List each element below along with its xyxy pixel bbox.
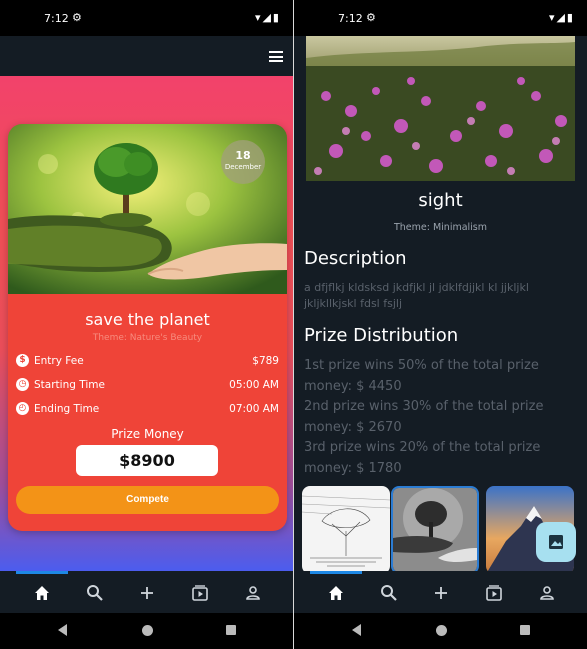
bw-tree-hand-image: [393, 488, 477, 572]
right-phone-screen: 7:12 ⚙ ▾◢▮ sight Theme: Minimalism Descr…: [294, 0, 587, 649]
plus-icon[interactable]: [431, 583, 451, 603]
ending-time-value: 07:00 AM: [229, 403, 279, 415]
video-library-icon[interactable]: [484, 583, 504, 603]
prize-money-value: $8900: [76, 445, 218, 476]
thumbnail-bw-tree-hand[interactable]: [391, 486, 479, 574]
bottom-navigation: [0, 571, 293, 613]
bottom-navigation: [294, 571, 587, 613]
status-time: 7:12: [44, 12, 69, 25]
status-system-icons: ▾◢▮: [548, 11, 575, 24]
contest-hero-image: [306, 36, 575, 181]
contest-theme: Theme: Minimalism: [393, 222, 488, 233]
hamburger-menu-icon[interactable]: [269, 51, 283, 62]
recent-apps-icon[interactable]: [226, 625, 236, 635]
entry-fee-label: Entry Fee: [34, 355, 84, 367]
plus-icon[interactable]: [137, 583, 157, 603]
status-bar: 7:12 ⚙ ▾◢▮: [294, 0, 587, 36]
date-month: December: [224, 163, 262, 171]
android-navigation-bar: [294, 613, 587, 649]
status-time: 7:12: [338, 12, 363, 25]
timer-off-icon: ◴: [16, 402, 29, 415]
contest-theme: Theme: Nature's Beauty: [92, 333, 203, 343]
starting-time-value: 05:00 AM: [229, 379, 279, 391]
android-navigation-bar: [0, 613, 293, 649]
search-icon[interactable]: [379, 583, 399, 603]
date-badge: 18 December: [221, 140, 265, 184]
search-icon[interactable]: [85, 583, 105, 603]
home-circle-icon[interactable]: [142, 625, 153, 636]
prize-line: 1st prize wins 50% of the total prize mo…: [304, 358, 539, 394]
back-icon[interactable]: [352, 624, 361, 636]
active-tab-indicator: [16, 571, 68, 574]
sketch-tree-image: [302, 486, 390, 574]
ending-time-row: ◴ Ending Time 07:00 AM: [16, 401, 279, 419]
contest-title: save the planet: [85, 310, 210, 329]
profile-icon[interactable]: [243, 583, 263, 603]
contest-title: sight: [418, 190, 463, 211]
settings-gear-icon: ⚙: [72, 11, 82, 24]
description-text: a dfjflkj kldsksd jkdfjkl jl jdklfdjjkl …: [304, 281, 529, 310]
active-tab-indicator: [310, 571, 362, 574]
description-heading: Description: [304, 248, 407, 269]
home-icon[interactable]: [32, 583, 52, 603]
prize-money-label: Prize Money: [111, 427, 184, 441]
ending-time-label: Ending Time: [34, 403, 100, 415]
left-phone-screen: 7:12 ⚙ ▾◢▮ 18 December save the planet T…: [0, 0, 293, 649]
image-icon: [549, 535, 563, 549]
status-system-icons: ▾◢▮: [254, 11, 281, 24]
image-picker-button[interactable]: [536, 522, 576, 562]
date-day: 18: [235, 149, 251, 162]
entry-fee-row: $ Entry Fee $789: [16, 353, 279, 371]
home-icon[interactable]: [326, 583, 346, 603]
back-icon[interactable]: [58, 624, 67, 636]
starting-time-row: ◷ Starting Time 05:00 AM: [16, 377, 279, 395]
prize-line: 3rd prize wins 20% of the total prize mo…: [304, 440, 541, 476]
recent-apps-icon[interactable]: [520, 625, 530, 635]
entry-fee-value: $789: [252, 355, 279, 367]
profile-icon[interactable]: [537, 583, 557, 603]
prize-distribution-list: 1st prize wins 50% of the total prize mo…: [304, 356, 582, 479]
prize-distribution-heading: Prize Distribution: [304, 325, 459, 346]
starting-time-label: Starting Time: [34, 379, 105, 391]
settings-gear-icon: ⚙: [366, 11, 376, 24]
app-bar: [0, 36, 293, 76]
prize-line: 2nd prize wins 30% of the total prize mo…: [304, 399, 544, 435]
thumbnail-sketch-tree[interactable]: [302, 486, 390, 574]
video-library-icon[interactable]: [190, 583, 210, 603]
status-bar: 7:12 ⚙ ▾◢▮: [0, 0, 293, 36]
contest-card[interactable]: 18 December save the planet Theme: Natur…: [8, 124, 287, 531]
dollar-icon: $: [16, 354, 29, 367]
compete-button[interactable]: Compete: [16, 486, 279, 514]
home-circle-icon[interactable]: [436, 625, 447, 636]
timer-icon: ◷: [16, 378, 29, 391]
